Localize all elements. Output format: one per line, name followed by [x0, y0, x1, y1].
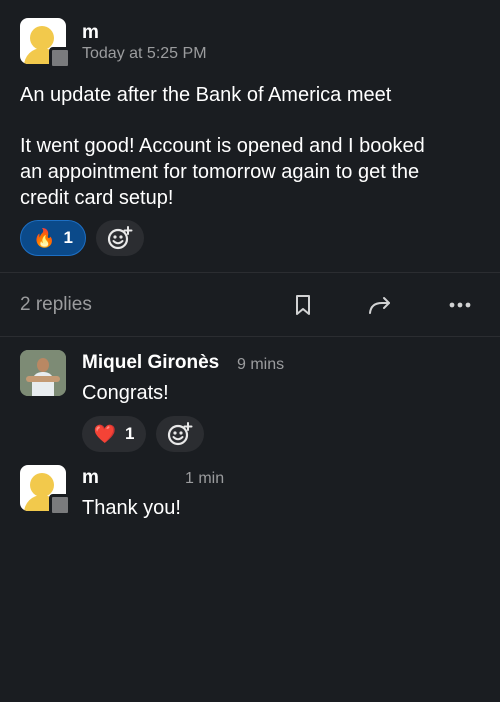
message-text-line1: An update after the Bank of America meet: [20, 84, 392, 106]
save-bookmark-button[interactable]: [290, 292, 316, 318]
add-reaction-button[interactable]: [156, 416, 204, 452]
divider-top: [0, 272, 500, 273]
author-name[interactable]: m: [82, 22, 99, 44]
bookmark-icon: [294, 294, 312, 316]
reply-avatar-photo[interactable]: [20, 350, 66, 396]
photo-person-arm: [26, 376, 60, 382]
fire-emoji-icon: 🔥: [33, 227, 56, 248]
message-text-line4: credit card setup!: [20, 187, 174, 209]
reply-text: Congrats!: [82, 382, 169, 404]
replies-count[interactable]: 2 replies: [20, 294, 92, 316]
message-text-line3: an appointment for tomorrow again to get…: [20, 161, 420, 183]
share-arrow-icon: [367, 294, 393, 316]
add-emoji-icon: [166, 421, 194, 447]
reaction-count: 1: [63, 228, 73, 247]
add-emoji-icon: [106, 225, 134, 251]
reply-author-name[interactable]: m: [82, 467, 99, 489]
reply-time: 9 mins: [237, 356, 285, 373]
presence-status-icon: [49, 494, 71, 516]
share-button[interactable]: [367, 292, 393, 318]
message-text-line2: It went good! Account is opened and I bo…: [20, 135, 425, 157]
reply-author-name[interactable]: Miquel Gironès: [82, 352, 219, 374]
presence-status-icon: [49, 47, 71, 69]
reaction-heart[interactable]: ❤️ 1: [82, 416, 146, 452]
reaction-fire[interactable]: 🔥 1: [20, 220, 86, 256]
heart-emoji-icon: ❤️: [93, 423, 116, 444]
photo-person-head: [37, 358, 49, 372]
reply-text: Thank you!: [82, 497, 181, 519]
add-reaction-button[interactable]: [96, 220, 144, 256]
message-timestamp: Today at 5:25 PM: [82, 45, 207, 62]
more-options-button[interactable]: [447, 292, 473, 318]
more-dots-icon: [448, 301, 472, 309]
reaction-count: 1: [124, 424, 135, 443]
divider-bottom: [0, 336, 500, 337]
reply-time: 1 min: [185, 470, 225, 487]
